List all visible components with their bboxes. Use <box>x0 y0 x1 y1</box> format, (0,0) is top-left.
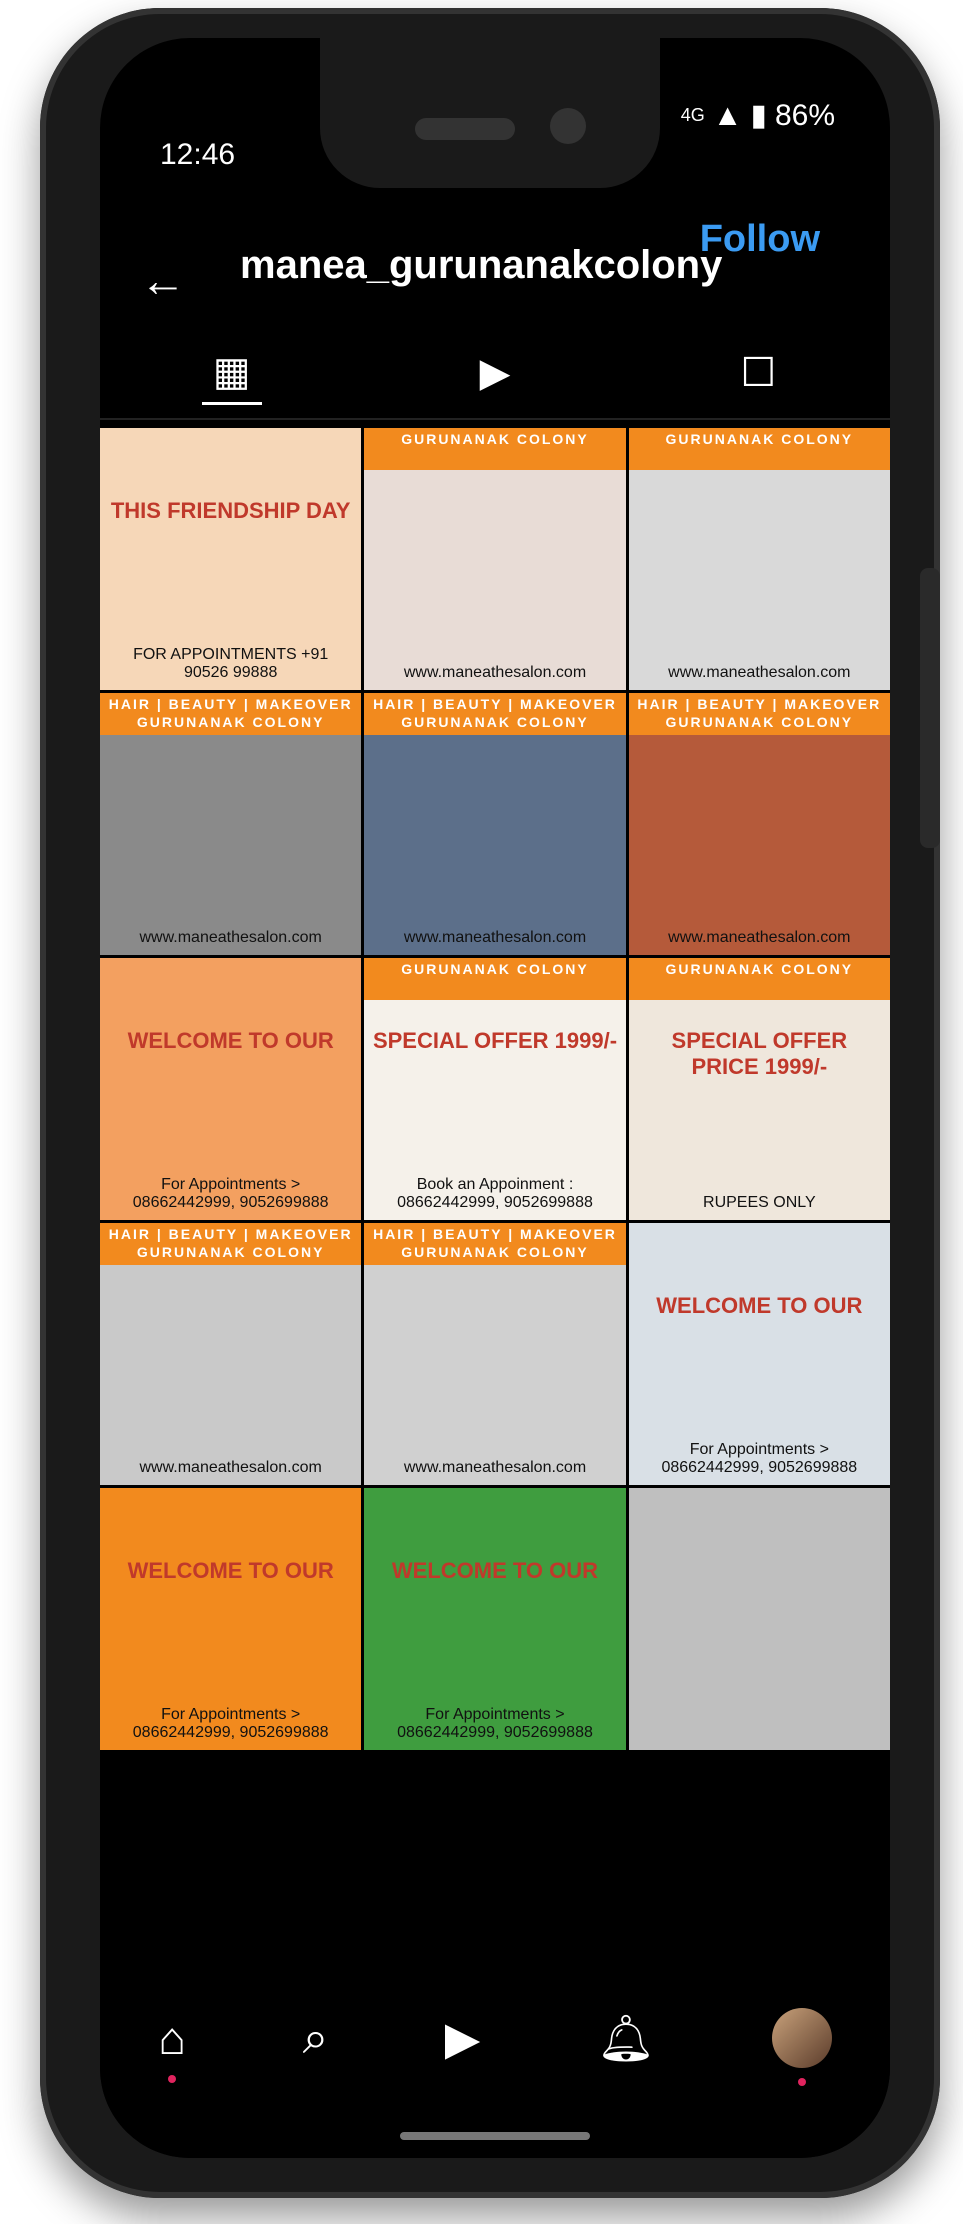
post-caption: www.maneathesalon.com <box>139 1459 322 1476</box>
post-caption: www.maneathesalon.com <box>668 929 851 946</box>
grid-post[interactable]: GURUNANAK COLONY SPECIAL OFFER PRICE 1999… <box>628 958 890 1220</box>
post-headline: SPECIAL OFFER PRICE 1999/- <box>671 1028 848 1079</box>
post-grid: THIS FRIENDSHIP DAY FOR APPOINTMENTS +91 … <box>100 428 890 1750</box>
grid-post[interactable]: HAIR | BEAUTY | MAKEOVER GURUNANAK COLON… <box>100 1223 362 1485</box>
post-caption: Book an Appoinment : 08662442999, 905269… <box>397 1176 593 1211</box>
post-caption: FOR APPOINTMENTS +91 90526 99888 <box>133 646 329 681</box>
tagged-tab-icon[interactable]: ☐ <box>728 343 788 403</box>
post-caption: www.maneathesalon.com <box>403 1459 587 1476</box>
grid-post[interactable]: WELCOME TO OUR For Appointments > 0866244… <box>628 1223 890 1485</box>
grid-post[interactable]: HAIR | BEAUTY | MAKEOVER GURUNANAK COLON… <box>628 693 890 955</box>
screen: 12:46 4G ▲ ▮ 86% ← manea_gurunanakcolony… <box>100 38 890 2158</box>
grid-post[interactable]: HAIR | BEAUTY | MAKEOVER GURUNANAK COLON… <box>100 693 362 955</box>
post-caption: For Appointments > 08662442999, 90526998… <box>132 1706 329 1741</box>
camera <box>550 108 586 144</box>
notification-dot <box>168 2075 177 2083</box>
grid-post[interactable]: GURUNANAK COLONY www.maneathesalon.com <box>628 428 890 690</box>
phone-frame: 12:46 4G ▲ ▮ 86% ← manea_gurunanakcolony… <box>40 8 940 2198</box>
post-caption: www.maneathesalon.com <box>403 929 587 946</box>
grid-post[interactable]: GURUNANAK COLONY SPECIAL OFFER 1999/- Book… <box>364 958 626 1220</box>
grid-post[interactable]: WELCOME TO OUR For Appointments > 0866244… <box>100 1488 362 1750</box>
grid-tab-icon[interactable]: ▦ <box>201 342 262 405</box>
grid-post[interactable]: WELCOME TO OUR For Appointments > 0866244… <box>364 1488 626 1750</box>
post-caption: www.maneathesalon.com <box>668 664 851 681</box>
post-caption: RUPEES ONLY <box>703 1194 816 1211</box>
battery-label: 86% <box>774 98 835 132</box>
profile-tabs: ▦ ▶ ☐ <box>100 328 890 420</box>
post-caption: For Appointments > 08662442999, 90526998… <box>397 1706 593 1741</box>
post-band: GURUNANAK COLONY <box>364 958 626 1000</box>
post-band: HAIR | BEAUTY | MAKEOVER GURUNANAK COLON… <box>628 693 890 735</box>
post-caption: For Appointments > 08662442999, 90526998… <box>132 1176 329 1211</box>
grid-post[interactable] <box>628 1488 890 1750</box>
signal-icon: ▲ <box>712 98 743 132</box>
status-time: 12:46 <box>160 138 236 171</box>
back-arrow-icon[interactable]: ← <box>140 253 186 307</box>
post-band: HAIR | BEAUTY | MAKEOVER GURUNANAK COLON… <box>364 693 626 735</box>
home-indicator <box>400 2132 590 2140</box>
grid-post[interactable]: GURUNANAK COLONY www.maneathesalon.com <box>364 428 626 690</box>
speaker <box>415 118 515 140</box>
battery-icon: ▮ <box>750 99 767 132</box>
network-label: 4G <box>680 105 705 125</box>
post-band: GURUNANAK COLONY <box>364 428 626 470</box>
post-band: HAIR | BEAUTY | MAKEOVER GURUNANAK COLON… <box>364 1223 626 1265</box>
post-caption: www.maneathesalon.com <box>139 929 322 946</box>
notification-dot <box>797 2078 806 2086</box>
post-headline: SPECIAL OFFER 1999/- <box>372 1028 618 1053</box>
notch <box>320 38 660 188</box>
post-headline: WELCOME TO OUR <box>656 1293 863 1318</box>
post-band: GURUNANAK COLONY <box>628 958 890 1000</box>
home-icon[interactable]: ⌂ <box>158 2011 186 2083</box>
grid-post[interactable]: HAIR | BEAUTY | MAKEOVER GURUNANAK COLON… <box>364 1223 626 1485</box>
grid-post[interactable]: THIS FRIENDSHIP DAY FOR APPOINTMENTS +91 … <box>100 428 362 690</box>
notifications-icon[interactable]: 🔔︎ <box>597 2011 655 2066</box>
grid-post[interactable]: HAIR | BEAUTY | MAKEOVER GURUNANAK COLON… <box>364 693 626 955</box>
reels-icon[interactable]: ▶ <box>445 2011 480 2065</box>
side-button <box>920 568 940 848</box>
post-headline: WELCOME TO OUR <box>127 1558 334 1583</box>
post-headline: THIS FRIENDSHIP DAY <box>110 498 351 523</box>
bottom-nav: ⌂ ⌕ ▶ 🔔︎ <box>100 1958 890 2158</box>
profile-avatar[interactable] <box>771 2008 832 2086</box>
follow-button[interactable]: Follow <box>700 218 820 261</box>
search-icon[interactable]: ⌕ <box>303 2010 329 2066</box>
grid-post[interactable]: WELCOME TO OUR For Appointments > 0866244… <box>100 958 362 1220</box>
post-caption: For Appointments > 08662442999, 90526998… <box>661 1441 858 1476</box>
post-headline: WELCOME TO OUR <box>127 1028 334 1053</box>
status-right: 4G ▲ ▮ 86% <box>681 98 835 133</box>
post-band: HAIR | BEAUTY | MAKEOVER GURUNANAK COLON… <box>100 1223 362 1265</box>
post-caption: www.maneathesalon.com <box>403 664 587 681</box>
post-band: HAIR | BEAUTY | MAKEOVER GURUNANAK COLON… <box>100 693 362 735</box>
post-headline: WELCOME TO OUR <box>391 1558 599 1583</box>
post-band: GURUNANAK COLONY <box>628 428 890 470</box>
reels-tab-icon[interactable]: ▶ <box>465 343 525 403</box>
profile-username: manea_gurunanakcolony <box>240 243 723 287</box>
